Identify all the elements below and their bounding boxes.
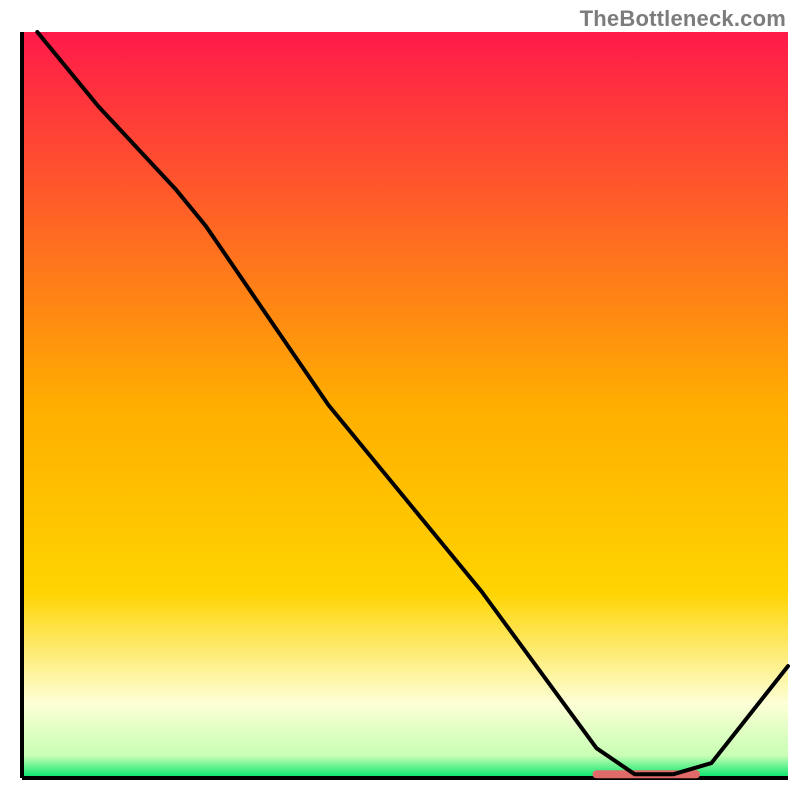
watermark-label: TheBottleneck.com (580, 6, 786, 32)
bottleneck-chart (0, 0, 800, 800)
plot-background (22, 32, 788, 778)
chart-container: TheBottleneck.com (0, 0, 800, 800)
